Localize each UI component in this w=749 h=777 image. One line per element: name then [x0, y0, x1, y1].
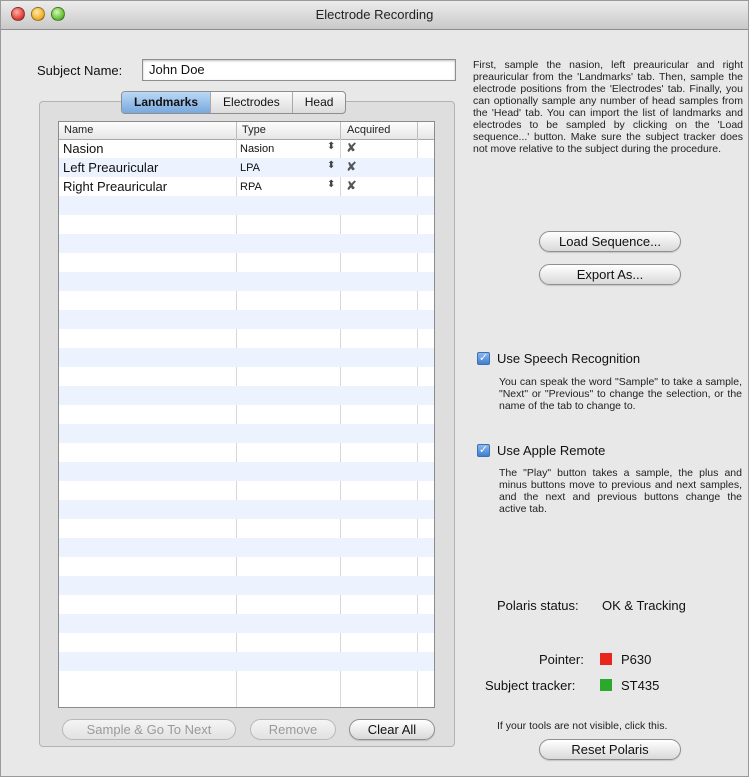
landmark-type: LPA	[240, 162, 260, 174]
empty-row	[59, 671, 434, 690]
speech-recognition-checkbox[interactable]: ✓	[477, 352, 490, 365]
column-header-type[interactable]: Type	[242, 124, 266, 136]
type-popup-arrows-icon[interactable]: ⬍	[327, 179, 335, 190]
polaris-status-value: OK & Tracking	[602, 598, 686, 613]
column-header-acquired[interactable]: Acquired	[347, 124, 390, 136]
clear-all-button[interactable]: Clear All	[349, 719, 435, 740]
pointer-status-swatch	[600, 653, 612, 665]
empty-row	[59, 500, 434, 519]
tracker-id: ST435	[621, 678, 660, 693]
apple-remote-label[interactable]: Use Apple Remote	[497, 443, 605, 458]
tab-electrodes[interactable]: Electrodes	[211, 92, 293, 113]
empty-row	[59, 386, 434, 405]
polaris-status-label: Polaris status:	[497, 598, 579, 613]
empty-row	[59, 272, 434, 291]
empty-row	[59, 367, 434, 386]
title-bar: Electrode Recording	[1, 1, 748, 30]
empty-row	[59, 196, 434, 215]
empty-row	[59, 329, 434, 348]
empty-row	[59, 234, 434, 253]
speech-recognition-description: You can speak the word "Sample" to take …	[499, 376, 742, 412]
tracker-status-swatch	[600, 679, 612, 691]
landmark-name: Right Preauricular	[63, 179, 168, 194]
load-sequence-button[interactable]: Load Sequence...	[539, 231, 681, 252]
remove-button[interactable]: Remove	[250, 719, 336, 740]
apple-remote-checkbox[interactable]: ✓	[477, 444, 490, 457]
type-popup-arrows-icon[interactable]: ⬍	[327, 141, 335, 152]
empty-row	[59, 595, 434, 614]
not-acquired-icon: ✘	[346, 140, 357, 155]
subject-name-field[interactable]: John Doe	[142, 59, 456, 81]
landmark-type: RPA	[240, 181, 262, 193]
table-rows: Nasion Nasion ⬍ ✘ Left Preauricular LPA …	[59, 139, 434, 690]
empty-row	[59, 538, 434, 557]
empty-row	[59, 291, 434, 310]
empty-row	[59, 215, 434, 234]
empty-row	[59, 614, 434, 633]
window-title: Electrode Recording	[315, 7, 434, 22]
empty-row	[59, 576, 434, 595]
sample-and-go-to-next-button[interactable]: Sample & Go To Next	[62, 719, 236, 740]
reset-hint-text: If your tools are not visible, click thi…	[497, 720, 668, 732]
empty-row	[59, 652, 434, 671]
empty-row	[59, 348, 434, 367]
speech-recognition-label[interactable]: Use Speech Recognition	[497, 351, 640, 366]
empty-row	[59, 519, 434, 538]
empty-row	[59, 633, 434, 652]
tab-bar: Landmarks Electrodes Head	[121, 91, 347, 114]
reset-polaris-button[interactable]: Reset Polaris	[539, 739, 681, 760]
table-row[interactable]: Nasion Nasion ⬍ ✘	[59, 139, 434, 158]
tab-landmarks[interactable]: Landmarks	[122, 92, 212, 113]
tab-head[interactable]: Head	[293, 92, 346, 113]
subject-name-label: Subject Name:	[37, 63, 123, 78]
not-acquired-icon: ✘	[346, 159, 357, 174]
empty-row	[59, 462, 434, 481]
empty-row	[59, 443, 434, 462]
landmark-type: Nasion	[240, 143, 275, 155]
pointer-id: P630	[621, 652, 652, 667]
column-divider	[236, 122, 237, 139]
empty-row	[59, 253, 434, 272]
landmarks-table[interactable]: Name Type Acquired Nasion Nasion ⬍ ✘ Lef…	[58, 121, 435, 708]
subject-tracker-label: Subject tracker:	[485, 678, 576, 693]
column-header-name[interactable]: Name	[64, 124, 93, 136]
pointer-label: Pointer:	[539, 652, 584, 667]
empty-row	[59, 310, 434, 329]
table-row[interactable]: Left Preauricular LPA ⬍ ✘	[59, 158, 434, 177]
electrode-recording-window: Electrode Recording Subject Name: John D…	[0, 0, 749, 777]
not-acquired-icon: ✘	[346, 178, 357, 193]
instructions-text: First, sample the nasion, left preauricu…	[473, 59, 743, 155]
table-row[interactable]: Right Preauricular RPA ⬍ ✘	[59, 177, 434, 196]
apple-remote-description: The "Play" button takes a sample, the pl…	[499, 467, 742, 515]
type-popup-arrows-icon[interactable]: ⬍	[327, 160, 335, 171]
empty-row	[59, 424, 434, 443]
landmark-name: Left Preauricular	[63, 160, 159, 175]
empty-row	[59, 405, 434, 424]
landmark-name: Nasion	[63, 141, 104, 156]
empty-row	[59, 557, 434, 576]
column-divider	[340, 122, 341, 139]
export-as-button[interactable]: Export As...	[539, 264, 681, 285]
empty-row	[59, 481, 434, 500]
column-divider	[417, 122, 418, 139]
table-header: Name Type Acquired	[59, 122, 434, 140]
